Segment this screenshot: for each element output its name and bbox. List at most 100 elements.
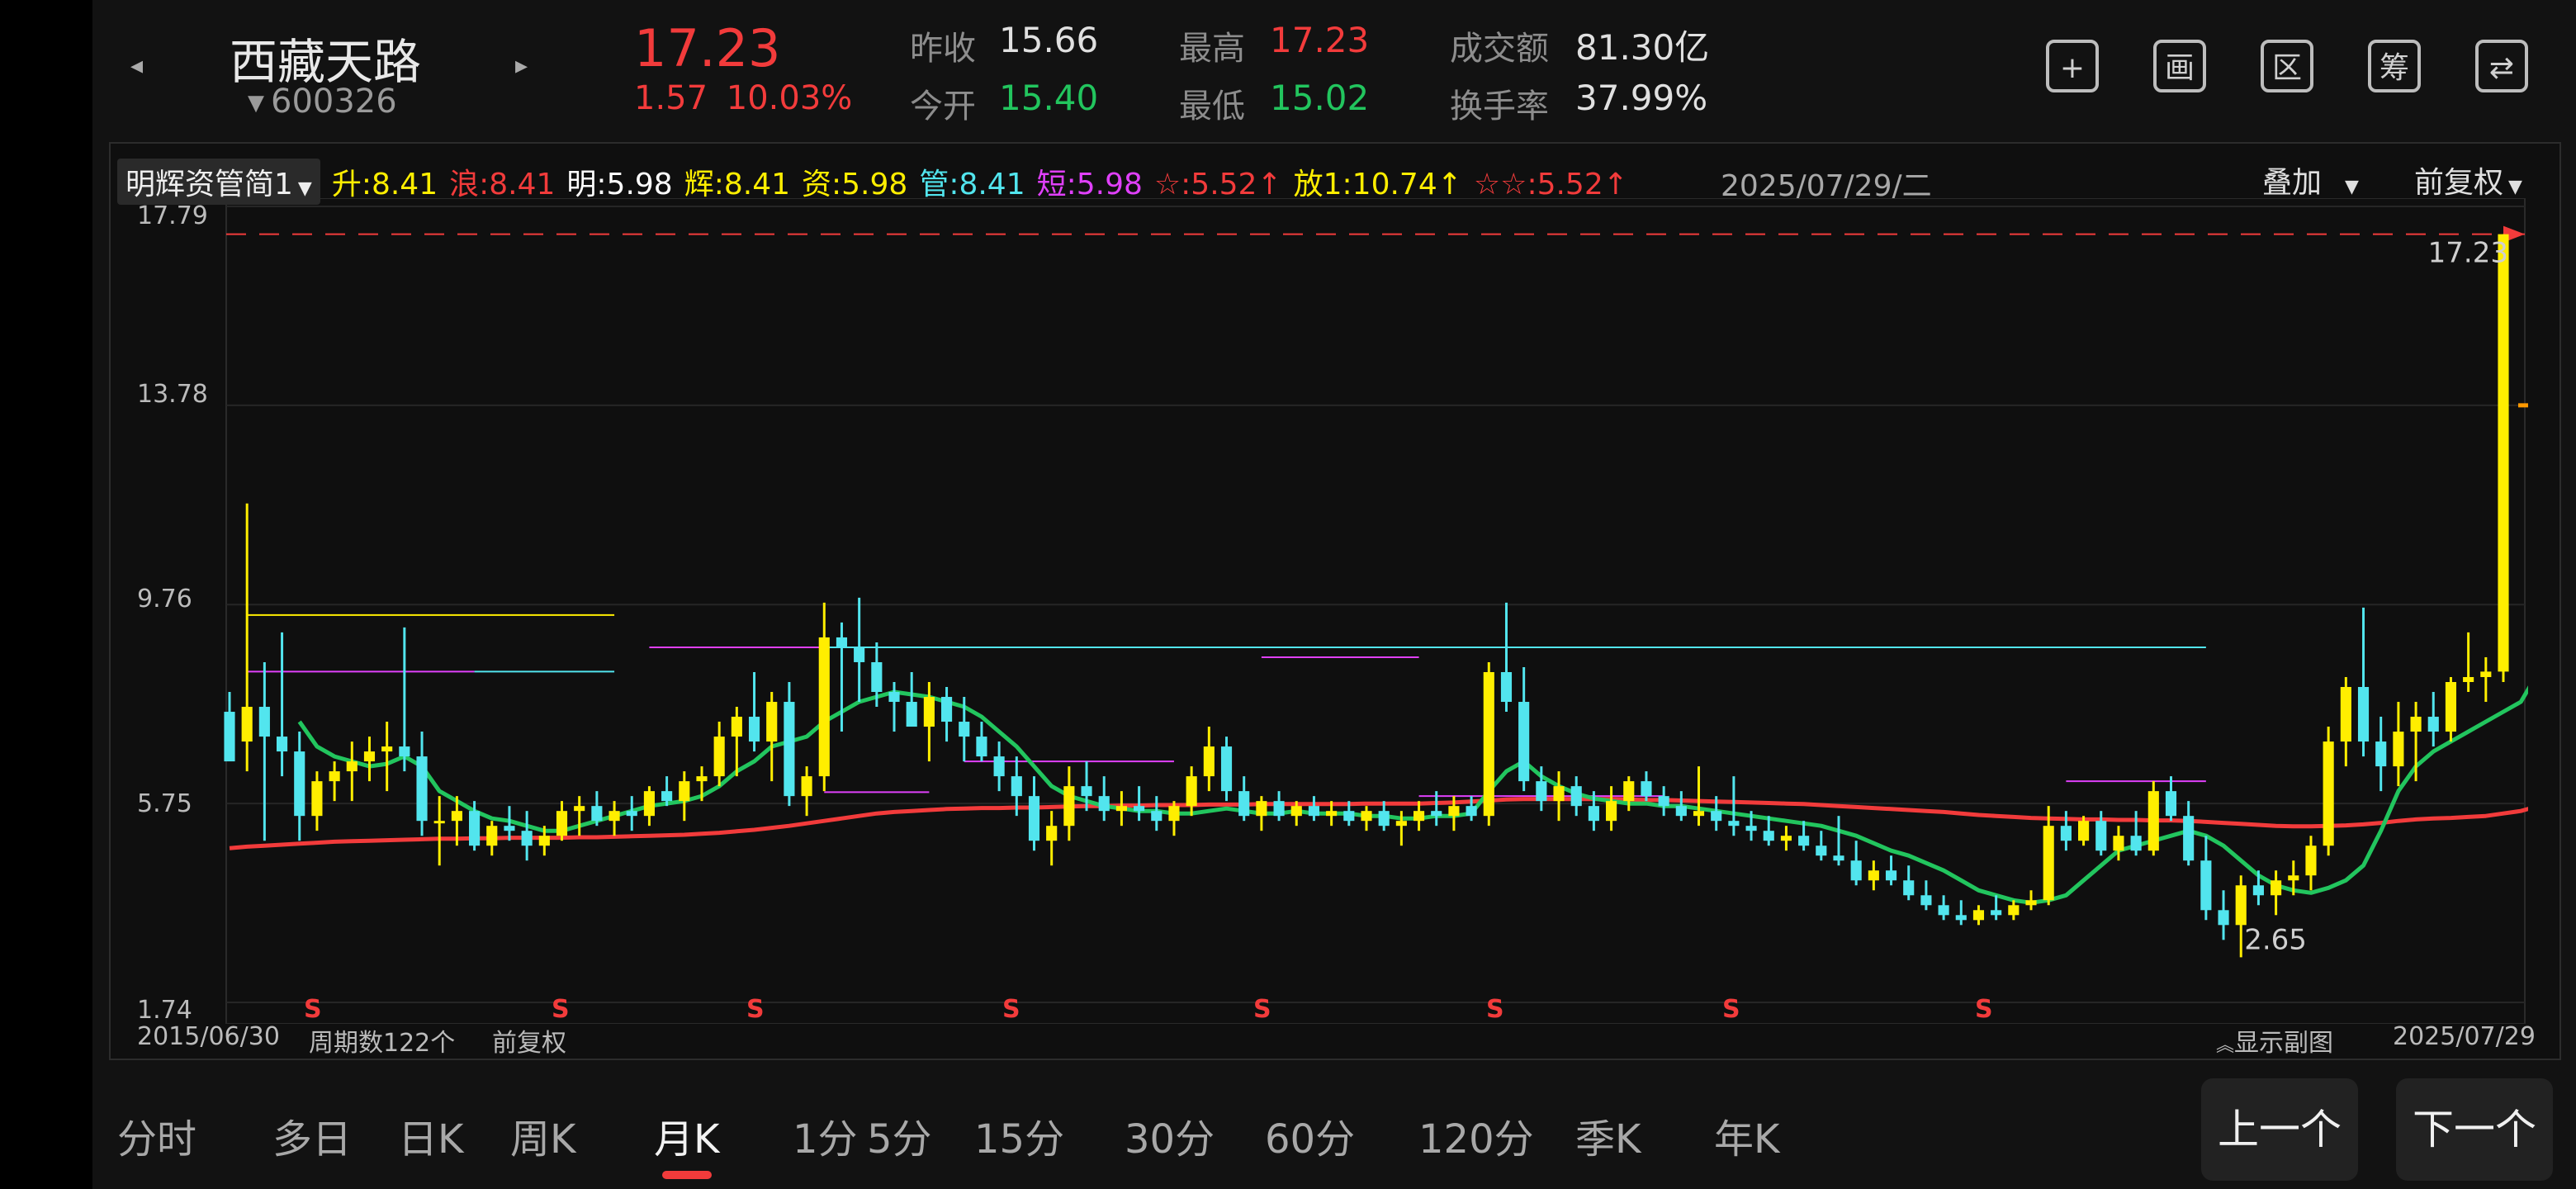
low-price-label: 2.65 xyxy=(2244,923,2307,956)
candle-body xyxy=(1151,811,1163,822)
candle-body xyxy=(2445,681,2457,732)
adjust-label: 前复权 xyxy=(2414,166,2504,200)
tab-10[interactable]: 120分 xyxy=(1418,1106,1534,1164)
indicator-value: 放1:10.74↑ xyxy=(1293,168,1462,201)
candle-body xyxy=(2375,741,2387,767)
candle-body xyxy=(1903,880,1915,896)
candle-body xyxy=(1308,806,1320,817)
candle-body xyxy=(766,702,778,742)
overlay-label: 叠加 xyxy=(2262,166,2323,200)
candle-body xyxy=(679,781,690,802)
indicator-value: ☆☆:5.52↑ xyxy=(1473,168,1628,201)
adjust-dropdown[interactable]: 前复权 ▼ xyxy=(2414,159,2522,201)
candle-body xyxy=(363,751,376,762)
candle-body xyxy=(801,776,812,797)
end-date: 2025/07/29 xyxy=(2393,1022,2536,1051)
chip-button[interactable]: 筹 xyxy=(2368,40,2421,92)
range-icon: 区 xyxy=(2271,51,2302,85)
candle-body xyxy=(731,717,742,737)
candle-body xyxy=(2463,676,2474,682)
candle-body xyxy=(2060,826,2072,841)
sell-signal-mark: S xyxy=(1486,995,1504,1024)
show-subchart-button[interactable]: ︽显示副图 xyxy=(2216,1022,2333,1059)
tab-9[interactable]: 60分 xyxy=(1265,1106,1355,1164)
candle-body xyxy=(1273,801,1285,817)
kline-chart[interactable]: 17.23 2.65 S S S S S S S S xyxy=(134,198,2528,1024)
overlay-dropdown[interactable]: 叠加 ▼ xyxy=(2262,159,2359,201)
period-count: 周期数122个 xyxy=(309,1029,456,1058)
candle-body xyxy=(1220,746,1233,792)
sell-signal-mark: S xyxy=(1975,995,1993,1024)
quote-label-high: 最高 xyxy=(1179,30,1245,68)
show-subchart-label: 显示副图 xyxy=(2234,1029,2334,1058)
candle-body xyxy=(1868,870,1879,881)
candle-body xyxy=(1920,895,1932,906)
candle-body xyxy=(2427,717,2439,732)
stock-code: 600326 xyxy=(271,83,397,121)
candle-body xyxy=(2480,671,2492,677)
next-stock-button[interactable]: ▸ xyxy=(515,51,528,80)
tab-4[interactable]: 月K xyxy=(654,1106,719,1164)
candle-body xyxy=(1536,781,1547,802)
start-date: 2015/06/30 xyxy=(137,1022,280,1051)
candle-body xyxy=(1046,826,1058,841)
candle-body xyxy=(1972,910,1985,921)
tab-6[interactable]: 5分 xyxy=(867,1106,932,1164)
stock-app: ◂ 西藏天路 ▸ ▼ 600326 17.23 1.57 10.03% 昨收 15… xyxy=(92,0,2576,1189)
tab-7[interactable]: 15分 xyxy=(974,1106,1064,1164)
candle-body xyxy=(1413,811,1425,822)
candle-body xyxy=(2165,791,2177,817)
plus-icon: + xyxy=(2059,51,2086,85)
candle-body xyxy=(486,826,498,846)
candle-body xyxy=(1448,806,1460,817)
next-item-button[interactable]: 下一个 xyxy=(2396,1078,2553,1181)
ma-green-line xyxy=(297,685,2528,905)
candle-body xyxy=(2252,885,2264,896)
candle-body xyxy=(2078,821,2090,841)
switch-screen-button[interactable]: ⇄ xyxy=(2475,40,2528,92)
candle-body xyxy=(1623,781,1635,802)
candle-body xyxy=(2340,687,2351,742)
candle-body xyxy=(2288,875,2299,881)
last-price-label: 17.23 xyxy=(2428,237,2508,270)
left-system-bar xyxy=(0,0,92,1189)
prev-item-button[interactable]: 上一个 xyxy=(2201,1078,2358,1181)
candle-body xyxy=(574,806,585,812)
candle-body xyxy=(941,697,953,722)
candle-body xyxy=(399,746,410,757)
candle-body xyxy=(871,661,883,693)
indicator-selector-label: 明辉资管简1 xyxy=(125,168,293,201)
tab-1[interactable]: 多日 xyxy=(272,1106,352,1164)
candle-body xyxy=(1553,786,1565,802)
range-button[interactable]: 区 xyxy=(2261,40,2313,92)
draw-icon: 画 xyxy=(2164,51,2195,85)
plus-button[interactable]: + xyxy=(2046,40,2099,92)
candle-body xyxy=(2008,905,2020,916)
tab-2[interactable]: 日K xyxy=(398,1106,463,1164)
sell-signal-mark: S xyxy=(552,995,570,1024)
tab-11[interactable]: 季K xyxy=(1575,1106,1641,1164)
candle-body xyxy=(2218,910,2229,926)
candle-body xyxy=(1518,702,1530,782)
prev-stock-button[interactable]: ◂ xyxy=(130,51,143,80)
indicator-value: 升:8.41 xyxy=(331,168,438,201)
candle-body xyxy=(1203,746,1215,777)
tab-3[interactable]: 周K xyxy=(510,1106,575,1164)
tab-0[interactable]: 分时 xyxy=(117,1106,197,1164)
stock-code-dropdown[interactable]: ▼ 600326 xyxy=(248,83,397,121)
candle-body xyxy=(1134,806,1145,812)
sell-signal-mark: S xyxy=(1722,995,1740,1024)
draw-button[interactable]: 画 xyxy=(2153,40,2206,92)
quote-label-open: 今开 xyxy=(910,88,976,126)
candle-body xyxy=(1570,786,1582,807)
candle-body xyxy=(1711,811,1722,822)
candle-body xyxy=(1256,801,1267,817)
tab-8[interactable]: 30分 xyxy=(1125,1106,1215,1164)
candle-body xyxy=(241,707,253,742)
quote-value-turnover-amount: 81.30亿 xyxy=(1575,27,1710,68)
tab-5[interactable]: 1分 xyxy=(793,1106,858,1164)
candle-body xyxy=(1483,671,1494,817)
change-amount: 1.57 xyxy=(634,79,708,117)
candle-body xyxy=(2147,791,2159,851)
tab-12[interactable]: 年K xyxy=(1714,1106,1779,1164)
